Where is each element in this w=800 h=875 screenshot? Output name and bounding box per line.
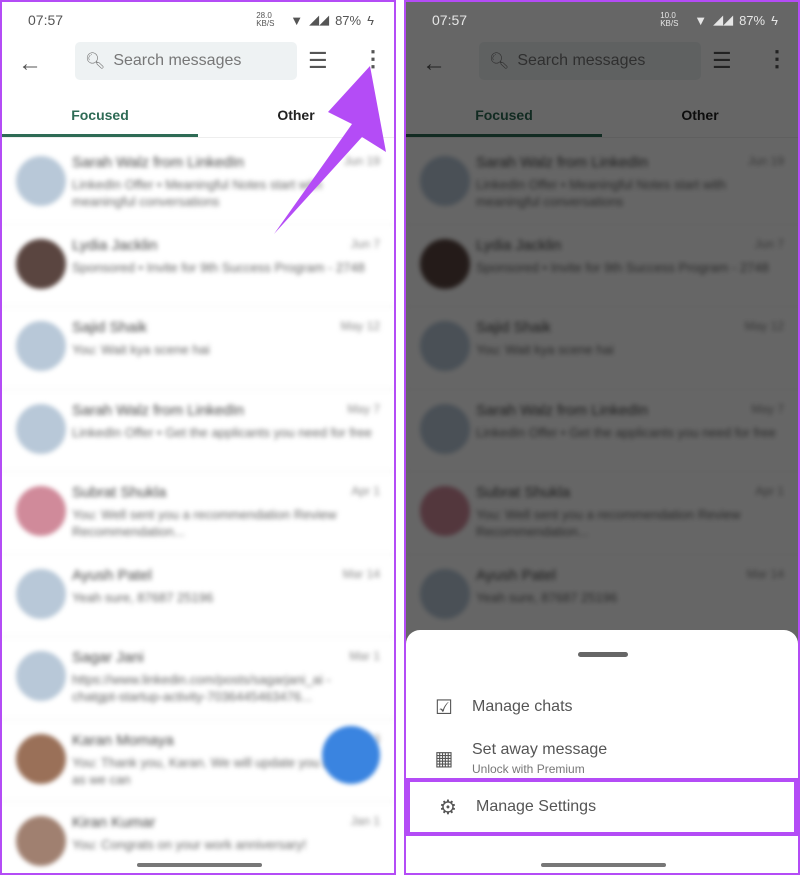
sender-name: Lydia Jacklin — [72, 236, 158, 254]
avatar — [16, 156, 66, 206]
sender-name: Sarah Walz from LinkedIn — [72, 154, 245, 171]
sender-name: Sagar Jani — [72, 649, 144, 666]
net-speed: 28.0 KB/S — [256, 11, 275, 28]
menu-sublabel: Unlock with Premium — [472, 761, 585, 776]
left-screen: 07:57 28.0 KB/S ▼ ◢◢ 87% ϟ ← 🔍︎ Search messag… — [0, 0, 396, 875]
calendar-icon: ▦ — [434, 747, 454, 770]
conversation-row[interactable]: Sajid Shaik May 12 You: Wait kya scene h… — [2, 307, 394, 390]
more-options-button[interactable]: ⋮ — [362, 46, 384, 72]
menu-label: Set away message — [472, 740, 608, 758]
sender-name: Sajid Shaik — [72, 319, 148, 336]
compose-button[interactable] — [322, 726, 380, 784]
search-input[interactable]: 🔍︎ Search messages — [75, 42, 297, 80]
message-preview: You: Well sent you a recommendation Revi… — [72, 507, 337, 539]
clock: 07:57 — [28, 12, 64, 28]
avatar — [16, 238, 66, 289]
message-date: May 7 — [347, 401, 380, 416]
conversation-row[interactable]: Ayush Patel Mar 14 Yeah sure, 87687 2519… — [2, 555, 394, 637]
conversation-row[interactable]: Subrat Shukla Apr 1 You: Well sent you a… — [2, 472, 394, 555]
checklist-icon: ☑ — [435, 696, 453, 719]
net-speed: 10.0 KB/S — [660, 11, 679, 28]
message-preview: LinkedIn Offer • Meaningful Notes start … — [72, 177, 322, 209]
message-date: May 12 — [340, 319, 380, 333]
message-date: Apr 1 — [351, 484, 380, 498]
sliders-icon[interactable]: ☰ — [308, 48, 328, 74]
menu-item-manage-chats[interactable]: ☑ Manage chats — [406, 692, 798, 722]
sender-name: Kiran Kumar — [72, 814, 156, 831]
signal-icon: ◢◢ — [309, 12, 330, 27]
menu-label: Manage Settings — [476, 798, 597, 815]
message-date: Mar 1 — [349, 649, 380, 663]
message-date: Jan 1 — [350, 814, 380, 828]
avatar — [16, 651, 66, 701]
conversation-row[interactable]: Sagar Jani Mar 1 https://www.linkedin.co… — [2, 637, 394, 720]
bottom-sheet: ☑ Manage chats ▦ Set away message Unlock wi… — [406, 630, 798, 873]
menu-item-manage-settings[interactable]: ⚙ Manage Settings — [406, 778, 798, 836]
tab-other[interactable]: Other — [198, 96, 394, 137]
message-preview: You: Wait kya scene hai — [72, 342, 210, 357]
avatar — [16, 733, 66, 784]
charging-icon: ϟ — [771, 12, 778, 28]
menu-item-set-away-message[interactable]: ▦ Set away message Unlock with Premium — [406, 738, 798, 778]
message-preview: You: Congrats on your work anniversary! — [72, 837, 307, 852]
message-preview: Sponsored • Invite for 9th Success Progr… — [72, 259, 365, 275]
avatar — [16, 321, 66, 371]
right-screen: 07:57 10.0 KB/S▼◢◢87%ϟ ← 🔍︎Search messag… — [404, 0, 800, 875]
signal-icon: ◢◢ — [713, 12, 734, 27]
charging-icon: ϟ — [367, 12, 374, 28]
gear-icon: ⚙ — [439, 796, 457, 819]
drag-handle[interactable] — [578, 652, 628, 657]
sender-name: Sarah Walz from LinkedIn — [72, 401, 245, 419]
clock: 07:57 — [432, 12, 468, 28]
message-preview: https://www.linkedin.com/posts/sagarjani… — [72, 672, 331, 704]
menu-label: Manage chats — [472, 698, 573, 715]
sender-name: Subrat Shukla — [72, 484, 167, 501]
message-date: Jun 19 — [343, 154, 380, 168]
gesture-bar — [137, 863, 262, 867]
conversation-row[interactable]: Lydia Jacklin Jun 7 Sponsored • Invite f… — [2, 225, 394, 307]
back-button[interactable]: ← — [18, 50, 42, 78]
search-icon: 🔍︎ — [85, 53, 106, 70]
message-preview: LinkedIn Offer • Get the applicants you … — [72, 424, 372, 440]
message-date: Jun 7 — [350, 236, 380, 251]
status-bar: 07:57 10.0 KB/S ▼ ◢◢ 87% ϟ — [432, 10, 778, 30]
message-preview: Yeah sure, 87687 25196 — [72, 589, 214, 605]
avatar — [16, 816, 66, 866]
avatar — [16, 403, 66, 454]
avatar — [16, 568, 66, 619]
message-date: Mar 14 — [342, 566, 380, 581]
wifi-icon: ▼ — [694, 12, 708, 28]
battery: 87% — [335, 12, 362, 28]
wifi-icon: ▼ — [290, 12, 304, 28]
conversation-row[interactable]: Sarah Walz from LinkedIn Jun 19 LinkedIn… — [2, 142, 394, 225]
status-bar: 07:57 28.0 KB/S ▼ ◢◢ 87% ϟ — [28, 10, 374, 30]
avatar — [16, 486, 66, 536]
tab-focused[interactable]: Focused — [2, 96, 198, 137]
sender-name: Karan Momaya — [72, 731, 174, 749]
battery: 87% — [739, 12, 766, 28]
sender-name: Ayush Patel — [72, 566, 152, 584]
search-placeholder: Search messages — [113, 52, 242, 69]
conversation-row[interactable]: Sarah Walz from LinkedIn May 7 LinkedIn … — [2, 390, 394, 472]
gesture-bar — [541, 863, 666, 867]
